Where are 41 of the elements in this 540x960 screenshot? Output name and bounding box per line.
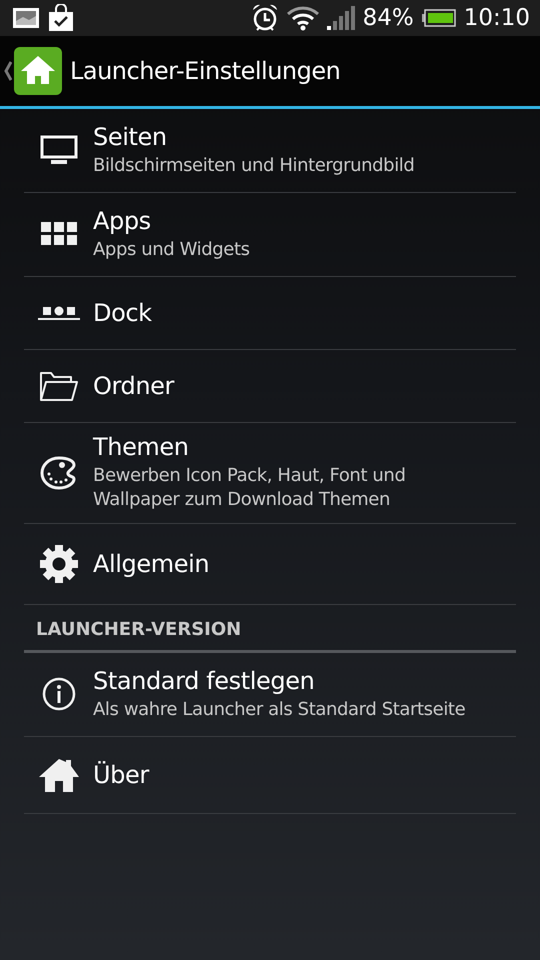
settings-row[interactable]: Über <box>24 737 516 814</box>
clock-time: 10:10 <box>464 5 530 31</box>
settings-row[interactable]: Ordner <box>24 350 516 423</box>
image-icon <box>12 7 40 29</box>
settings-row[interactable]: Seiten Bildschirmseiten und Hintergrundbild <box>24 109 516 193</box>
monitor-icon <box>40 135 78 165</box>
battery-percentage: 84% <box>362 5 414 31</box>
section-header: LAUNCHER-VERSION <box>24 605 516 653</box>
row-title: Ordner <box>93 372 174 400</box>
shopping-bag-icon <box>48 4 74 32</box>
folder-icon <box>38 370 78 402</box>
row-title: Standard festlegen <box>93 666 316 694</box>
screen-title: Launcher-Einstellungen <box>70 57 340 85</box>
palette-icon <box>40 456 78 490</box>
row-title: Allgemein <box>93 550 210 578</box>
row-title: Dock <box>93 299 152 327</box>
settings-row[interactable]: Allgemein <box>24 524 516 605</box>
settings-row[interactable]: Themen Bewerben Icon Pack, Haut, Font und Wallpaper zum Download Themen <box>24 423 516 524</box>
row-title: Themen <box>93 433 190 461</box>
settings-icon <box>38 544 78 584</box>
row-title: Seiten <box>93 122 168 150</box>
settings-row[interactable]: Dock <box>24 277 516 350</box>
dock-icon <box>38 305 80 321</box>
row-summary: Bildschirmseiten und Hintergrundbild <box>93 154 414 178</box>
row-summary: Als wahre Launcher als Standard Startseite <box>93 698 466 722</box>
row-title: Apps <box>93 206 152 234</box>
app-logo-icon <box>14 47 62 95</box>
row-summary: Bewerben Icon Pack, Haut, Font und Wallpaper zum Download Themen <box>93 464 406 512</box>
home-icon <box>36 757 80 793</box>
grid-icon <box>40 222 76 246</box>
alarm-icon <box>250 3 279 33</box>
battery-icon <box>422 9 456 27</box>
info-icon <box>42 677 76 711</box>
settings-row[interactable]: Standard festlegen Als wahre Launcher als Standard Startseite <box>24 653 516 737</box>
settings-row[interactable]: Apps Apps und Widgets <box>24 193 516 277</box>
wifi-icon <box>286 5 319 31</box>
row-title: Über <box>93 761 149 789</box>
signal-icon <box>326 6 355 30</box>
chevron-icon <box>4 61 12 81</box>
row-summary: Apps und Widgets <box>93 238 250 262</box>
up-button[interactable] <box>4 47 62 95</box>
